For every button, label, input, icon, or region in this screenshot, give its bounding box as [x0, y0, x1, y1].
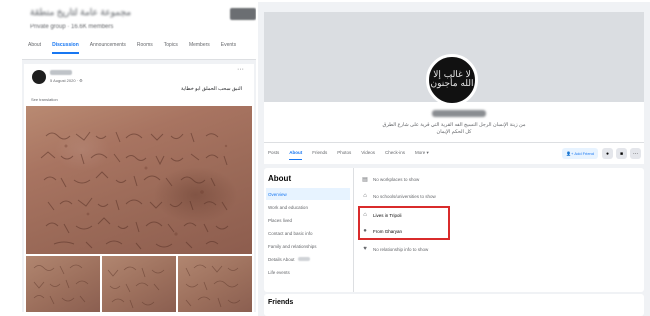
- about-card: About Overview Work and education Places…: [264, 168, 644, 292]
- follow-button[interactable]: ■: [616, 148, 627, 159]
- about-menu-family[interactable]: Family and relationships: [266, 240, 350, 252]
- add-friend-button[interactable]: 👤+ Add Friend: [562, 148, 598, 159]
- group-tab-topics[interactable]: Topics: [164, 42, 178, 54]
- profile-picture-calligraphy: لا غالب إلا الله مأجنون: [430, 70, 474, 89]
- about-menu-contact-info[interactable]: Contact and basic info: [266, 227, 350, 239]
- post-author-name[interactable]: [50, 70, 72, 75]
- group-title[interactable]: مجموعة عامة لتاريخ منطقة: [30, 7, 131, 18]
- tab-about[interactable]: About: [289, 150, 303, 160]
- post-photo-thumbnails: [26, 256, 252, 312]
- profile-navbar: Posts About Friends Photos Videos Check-…: [264, 142, 644, 164]
- heart-icon: ♥: [363, 246, 367, 252]
- info-text-education: No schools/universities to show: [373, 193, 436, 199]
- group-logo: [230, 8, 256, 20]
- profile-picture[interactable]: لا غالب إلا الله مأجنون: [426, 54, 478, 106]
- post-photo-thumbnail[interactable]: [26, 256, 100, 312]
- graduation-cap-icon: ⌂: [363, 193, 367, 199]
- profile-bio-line-1: من زينة الإنسان الرجل النسيج الفه القرية…: [382, 122, 526, 128]
- see-translation-link[interactable]: See translation: [31, 97, 58, 102]
- tab-check-ins[interactable]: Check-ins: [385, 150, 405, 160]
- add-friend-icon: 👤+: [565, 151, 575, 156]
- tab-posts[interactable]: Posts: [268, 150, 279, 160]
- add-friend-label: Add Friend: [574, 151, 594, 156]
- about-menu-work-education[interactable]: Work and education: [266, 201, 350, 213]
- about-overview: ▤ No workplaces to show ⌂ No schools/uni…: [356, 168, 644, 292]
- group-header: مجموعة عامة لتاريخ منطقة Private group ·…: [22, 4, 256, 60]
- about-menu: About Overview Work and education Places…: [264, 168, 354, 292]
- group-post: 5 August 2020 · ⚙ ··· النبق سحب الحملق ا…: [24, 64, 254, 312]
- info-row-relationship: ♥ No relationship info to show: [362, 244, 428, 254]
- group-tab-members[interactable]: Members: [189, 42, 210, 54]
- profile-name: [432, 110, 486, 117]
- group-panel: مجموعة عامة لتاريخ منطقة Private group ·…: [22, 4, 256, 312]
- info-row-work: ▤ No workplaces to show: [362, 174, 419, 184]
- post-photo-thumbnail[interactable]: [102, 256, 176, 312]
- profile-bio-line-2: كل الحكم الإيمان: [436, 129, 472, 135]
- about-menu-overview[interactable]: Overview: [266, 188, 350, 200]
- info-text-work: No workplaces to show: [373, 176, 420, 182]
- more-options-button[interactable]: ···: [630, 148, 641, 159]
- avatar[interactable]: [32, 70, 46, 84]
- info-text-relationship: No relationship info to show: [373, 246, 429, 252]
- group-subtitle: Private group · 16.6K members: [30, 24, 114, 30]
- about-menu-life-events[interactable]: Life events: [266, 266, 350, 278]
- messenger-icon: ●: [605, 150, 610, 157]
- group-tab-events[interactable]: Events: [221, 42, 236, 54]
- profile-panel: من زينة الإنسان الرجل النسيج الفه القرية…: [258, 2, 650, 316]
- group-tab-about[interactable]: About: [28, 42, 41, 54]
- about-menu-details-label: Details About: [268, 256, 295, 262]
- about-title: About: [268, 174, 292, 183]
- blurred-name: [297, 257, 310, 261]
- tab-videos[interactable]: Videos: [361, 150, 375, 160]
- follow-icon: ■: [619, 150, 624, 157]
- group-tab-discussion[interactable]: Discussion: [52, 42, 79, 54]
- tab-friends[interactable]: Friends: [312, 150, 327, 160]
- group-tab-announcements[interactable]: Announcements: [90, 42, 126, 54]
- post-more-button[interactable]: ···: [237, 66, 244, 73]
- profile-info: من زينة الإنسان الرجل النسيج الفه القرية…: [264, 102, 644, 142]
- tab-photos[interactable]: Photos: [337, 150, 351, 160]
- red-highlight-box: [358, 206, 450, 240]
- post-photo-inscribed-stone[interactable]: [26, 106, 252, 254]
- group-tabs: About Discussion Announcements Rooms Top…: [28, 42, 236, 54]
- info-row-education: ⌂ No schools/universities to show: [362, 191, 436, 201]
- post-text: النبق سحب الحملق ابو خطاية: [181, 86, 242, 92]
- post-date[interactable]: 5 August 2020 · ⚙: [50, 78, 83, 83]
- messenger-button[interactable]: ●: [602, 148, 613, 159]
- about-menu-details[interactable]: Details About: [266, 253, 350, 265]
- post-photo-thumbnail[interactable]: [178, 256, 252, 312]
- briefcase-icon: ▤: [362, 176, 368, 183]
- group-tab-rooms[interactable]: Rooms: [137, 42, 153, 54]
- profile-tabs: Posts About Friends Photos Videos Check-…: [268, 150, 429, 160]
- tab-more[interactable]: More ▾: [415, 150, 429, 160]
- friends-card: Friends: [264, 294, 644, 316]
- friends-title[interactable]: Friends: [268, 299, 293, 306]
- about-menu-places-lived[interactable]: Places lived: [266, 214, 350, 226]
